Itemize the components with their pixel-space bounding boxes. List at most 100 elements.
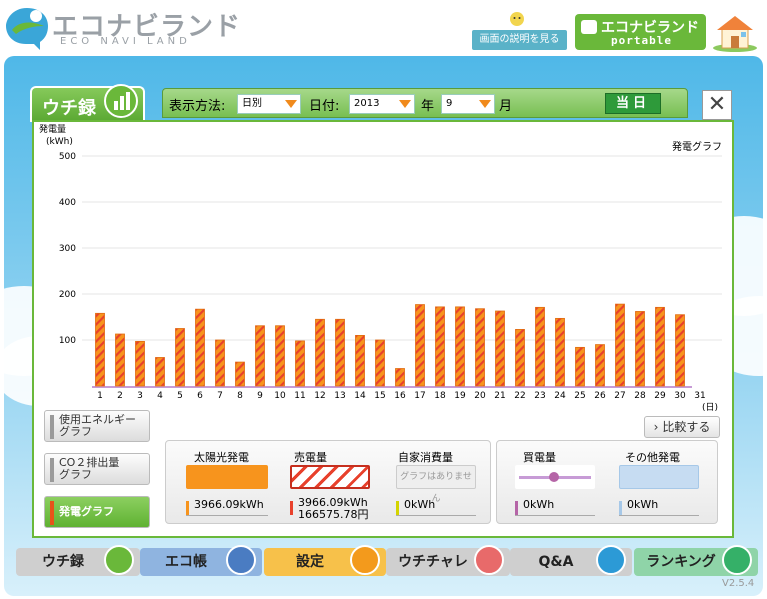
bar-day-16[interactable]	[395, 368, 405, 387]
x-tick-label: 29	[654, 391, 666, 401]
co2-graph-button[interactable]: CO２排出量 グラフ	[44, 453, 150, 485]
button-label: 発電グラフ	[59, 505, 114, 518]
bar-day-14[interactable]	[355, 334, 365, 387]
solar-mark	[186, 501, 189, 515]
bar-day-4[interactable]	[155, 357, 165, 387]
display-method-label: 表示方法:	[169, 99, 226, 114]
nav-uchiroku[interactable]: ウチ録	[16, 545, 140, 576]
bar-day-19[interactable]	[455, 306, 465, 387]
x-tick-label: 18	[434, 391, 446, 401]
x-tick-label: 21	[494, 391, 505, 401]
power-graph-button[interactable]: 発電グラフ	[44, 496, 150, 528]
sold-yen: 166575.78円	[298, 508, 369, 521]
bought-mark	[515, 501, 518, 515]
divider	[396, 515, 476, 516]
bar-day-10[interactable]	[275, 325, 285, 387]
bar-day-7[interactable]	[215, 339, 225, 387]
bar-day-25[interactable]	[575, 346, 585, 387]
x-tick-label: 8	[237, 391, 243, 401]
nav-ranking[interactable]: ランキング	[634, 545, 758, 576]
solar-value: 3966.09kWh	[194, 498, 264, 511]
other-title: その他発電	[625, 451, 680, 464]
bar-day-15[interactable]	[375, 339, 385, 387]
portable-button[interactable]: エコナビランド portable	[575, 14, 706, 50]
bought-swatch	[515, 465, 595, 489]
bar-chart-icon	[104, 84, 138, 118]
bar-day-13[interactable]	[335, 318, 345, 387]
nav-label: ウチチャレ	[398, 554, 468, 570]
energy-usage-graph-button[interactable]: 使用エネルギー グラフ	[44, 410, 150, 442]
nav-qa[interactable]: Q&A	[510, 545, 632, 576]
nav-label: ランキング	[646, 554, 716, 570]
version-label: V2.5.4	[722, 578, 755, 589]
x-tick-label: 10	[274, 391, 286, 401]
close-button[interactable]: ✕	[702, 90, 732, 120]
x-tick-label: 7	[217, 391, 223, 401]
x-tick-label: 25	[574, 391, 585, 401]
nav-settings[interactable]: 設定	[264, 545, 386, 576]
sold-mark	[290, 501, 293, 515]
x-tick-label: 15	[374, 391, 385, 401]
bar-day-28[interactable]	[635, 311, 645, 387]
bar-day-5[interactable]	[175, 328, 185, 387]
home-icon[interactable]	[712, 12, 758, 52]
notebook-icon	[226, 545, 256, 575]
bar-day-17[interactable]	[415, 304, 425, 387]
y-tick-label: 500	[59, 152, 76, 162]
x-tick-label: 12	[314, 391, 325, 401]
bar-day-9[interactable]	[255, 325, 265, 387]
other-mark	[619, 501, 622, 515]
solar-swatch	[186, 465, 268, 489]
x-axis: 1 2 3 4 5 6 7 8 9 10 11 12 13 14 15 16 17 18 19 20 21 22 23 24 2…	[97, 391, 706, 401]
divider	[186, 515, 268, 516]
bar-day-1[interactable]	[95, 312, 105, 387]
bar-day-26[interactable]	[595, 344, 605, 387]
bar-day-27[interactable]	[615, 303, 625, 387]
bar-day-8[interactable]	[235, 361, 245, 387]
year-label: 年	[421, 99, 435, 114]
x-tick-label: 19	[454, 391, 466, 401]
chevron-right-icon: ›	[653, 420, 659, 434]
nav-ecocho[interactable]: エコ帳	[140, 545, 262, 576]
x-tick-label: 13	[334, 391, 345, 401]
bar-day-3[interactable]	[135, 340, 145, 387]
nav-uchichare[interactable]: ウチチャレ	[386, 545, 510, 576]
display-method-value: 日別	[242, 98, 262, 109]
bar-day-11[interactable]	[295, 340, 305, 387]
bar-day-20[interactable]	[475, 308, 485, 387]
bar-day-6[interactable]	[195, 308, 205, 387]
bar-day-30[interactable]	[675, 314, 685, 387]
bar-day-21[interactable]	[495, 310, 505, 387]
controls-bar: 表示方法: 日別 日付: 2013 年 9 月 当日	[162, 88, 688, 118]
display-method-select[interactable]: 日別	[237, 94, 301, 114]
bar-day-24[interactable]	[555, 317, 565, 387]
bar-day-2[interactable]	[115, 333, 125, 387]
month-select[interactable]: 9	[441, 94, 495, 114]
self-placeholder: グラフはありません	[396, 465, 476, 504]
bar-day-23[interactable]	[535, 306, 545, 387]
bar-day-18[interactable]	[435, 306, 445, 387]
tab-uchiroku[interactable]: ウチ録	[30, 84, 145, 122]
chart-bars	[95, 303, 685, 387]
bar-chart-icon	[104, 545, 134, 575]
divider	[619, 515, 699, 516]
sold-title: 売電量	[294, 451, 327, 464]
x-tick-label: 26	[594, 391, 606, 401]
chevron-down-icon	[285, 100, 297, 108]
x-tick-label: 4	[157, 391, 163, 401]
mascot-icon	[506, 12, 528, 26]
month-value: 9	[446, 98, 453, 109]
solar-title: 太陽光発電	[194, 451, 249, 464]
bar-day-29[interactable]	[655, 306, 665, 387]
today-button[interactable]: 当日	[605, 93, 661, 114]
bar-day-22[interactable]	[515, 329, 525, 387]
help-button[interactable]: 画面の説明を見る	[472, 30, 567, 50]
nav-label: Q&A	[538, 554, 574, 570]
self-title: 自家消費量	[398, 451, 453, 464]
bar-day-12[interactable]	[315, 318, 325, 387]
compare-button[interactable]: › 比較する	[644, 416, 720, 438]
x-tick-label: 14	[354, 391, 366, 401]
tab-label: ウチ録	[42, 98, 96, 119]
button-label-line2: グラフ	[59, 425, 92, 438]
year-select[interactable]: 2013	[349, 94, 415, 114]
